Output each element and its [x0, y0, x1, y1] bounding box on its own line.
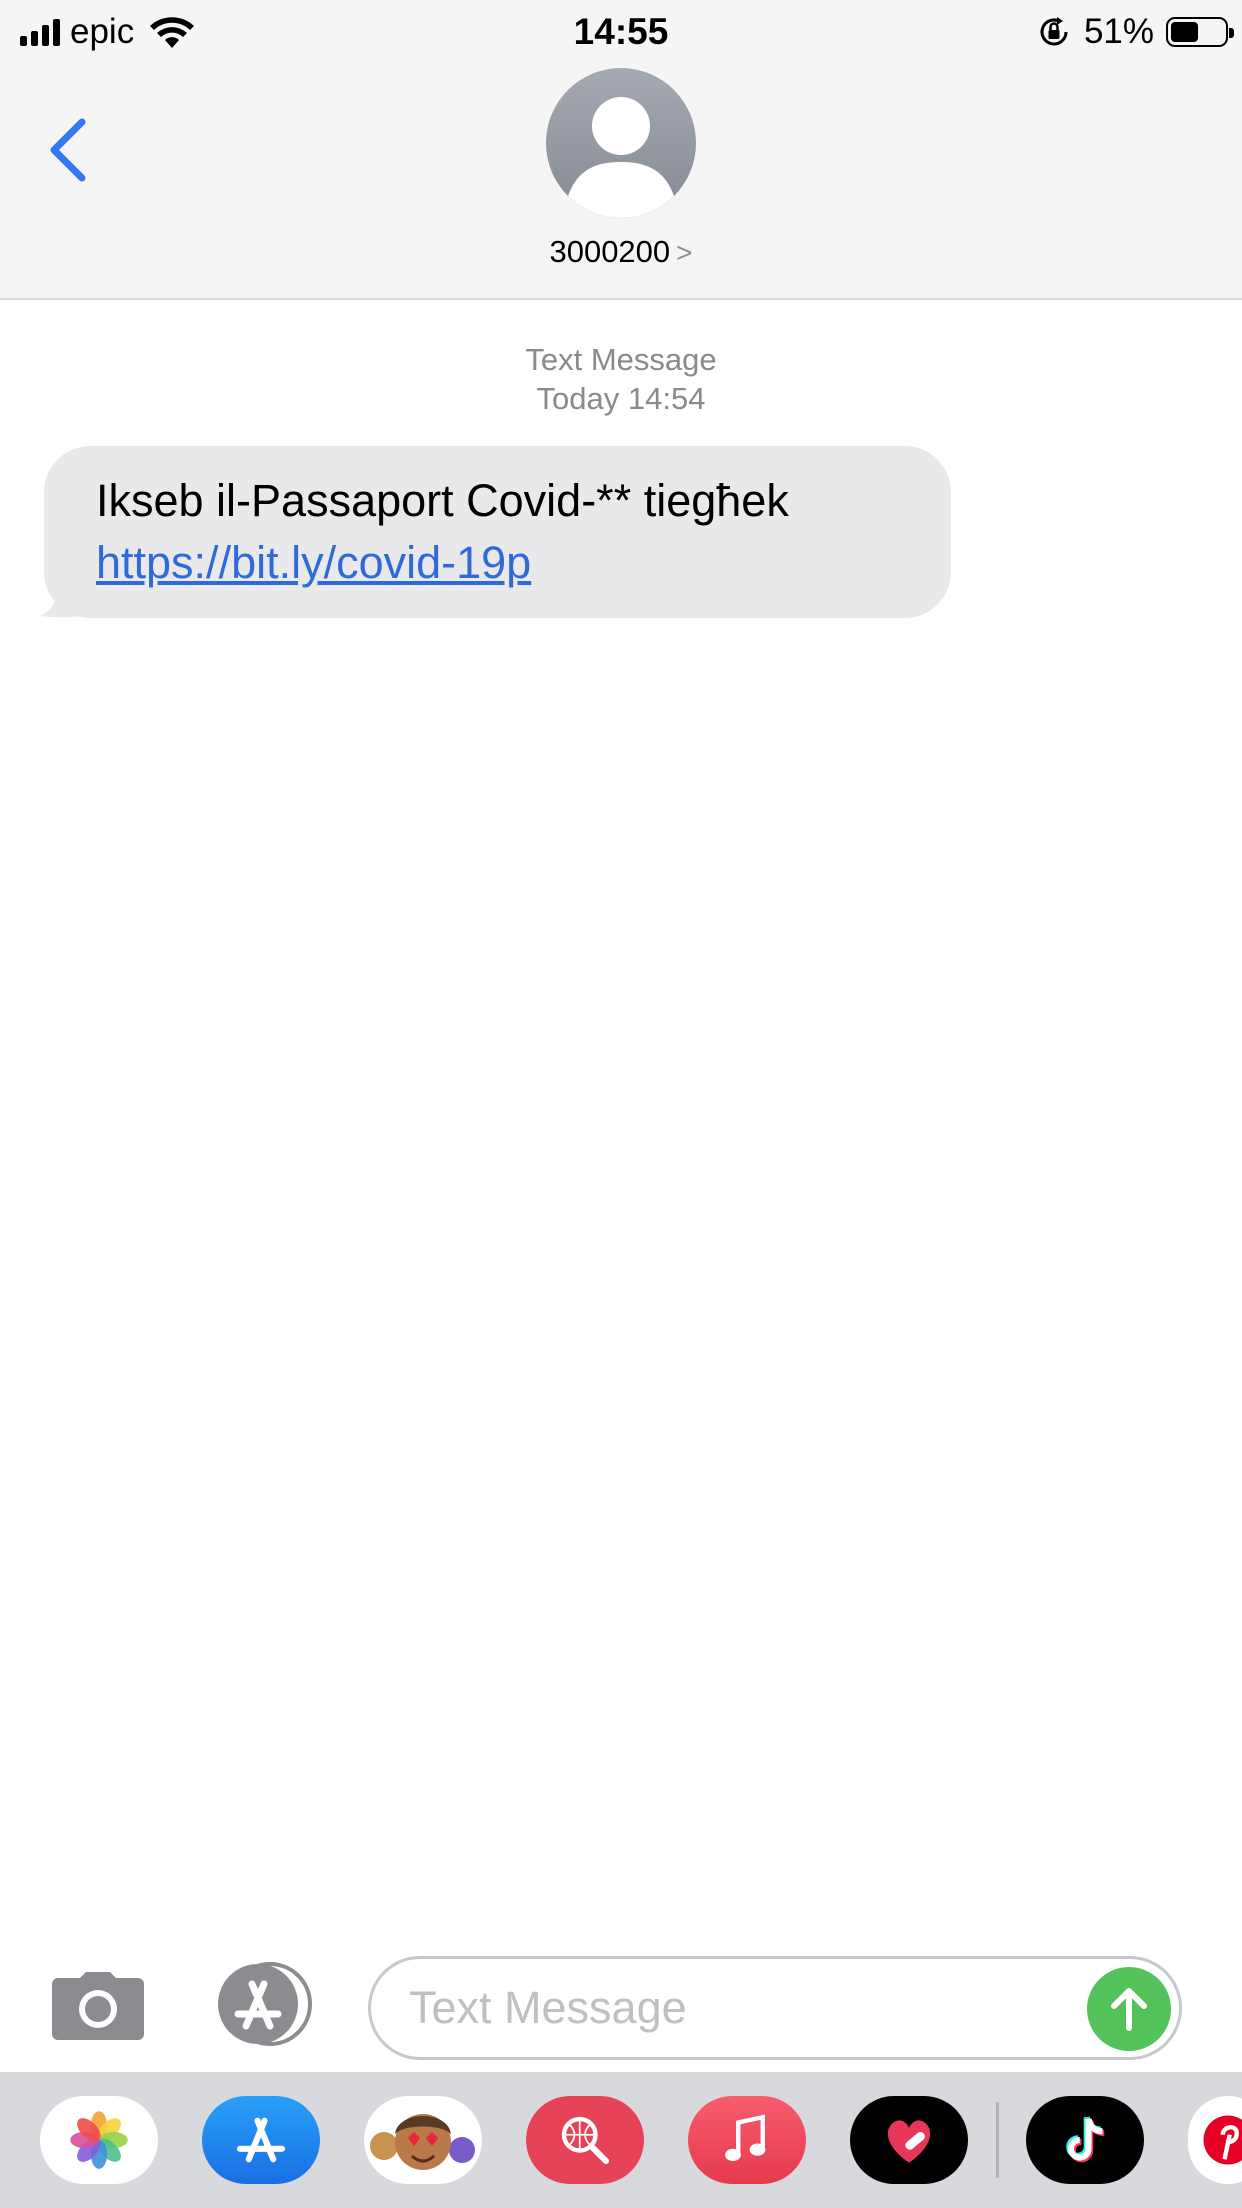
drawer-divider	[996, 2102, 999, 2178]
app-store-drawer-icon[interactable]	[202, 2096, 320, 2184]
camera-icon[interactable]	[50, 1970, 146, 2042]
heart-app-icon[interactable]	[850, 2096, 968, 2184]
send-button[interactable]	[1087, 1967, 1171, 2051]
app-store-icon[interactable]	[208, 1962, 318, 2046]
battery-percent: 51%	[1083, 12, 1154, 51]
arrow-up-icon	[1111, 1988, 1147, 2031]
pinterest-icon[interactable]	[1188, 2096, 1242, 2184]
memoji-icon[interactable]	[364, 2096, 482, 2184]
tiktok-icon[interactable]	[1026, 2096, 1144, 2184]
contact-avatar[interactable]	[546, 68, 696, 218]
message-input-field[interactable]	[368, 1956, 1182, 2060]
conversation-header: 3000200 >	[0, 62, 1242, 300]
app-drawer	[0, 2072, 1242, 2208]
battery-fill	[1171, 22, 1198, 42]
photos-icon[interactable]	[40, 2096, 158, 2184]
status-right: 51%	[1036, 12, 1234, 52]
music-icon[interactable]	[688, 2096, 806, 2184]
timestamp-text: Today 14:54	[536, 381, 706, 416]
message-link[interactable]: https://bit.ly/covid-19p	[96, 532, 915, 594]
messages-screen: epic 14:55 51% 3000200 > Text Message To…	[0, 0, 1242, 2208]
contact-name-row[interactable]: 3000200 >	[0, 232, 1242, 273]
message-bubble: Ikseb il-Passaport Covid-** tiegħek http…	[44, 446, 951, 618]
battery-icon	[1166, 17, 1234, 47]
message-input[interactable]	[409, 1959, 1049, 2057]
status-bar: epic 14:55 51%	[0, 0, 1242, 62]
web-search-icon[interactable]	[526, 2096, 644, 2184]
message-text: Ikseb il-Passaport Covid-** tiegħek	[96, 475, 789, 526]
incoming-message[interactable]: Ikseb il-Passaport Covid-** tiegħek http…	[40, 446, 951, 618]
chevron-left-icon[interactable]	[40, 110, 96, 190]
orientation-lock-icon	[1040, 17, 1068, 46]
message-timestamp: Text Message Today 14:54	[0, 340, 1242, 418]
contact-name: 3000200	[549, 234, 671, 269]
compose-bar	[0, 1940, 1242, 2072]
service-label: Text Message	[525, 342, 717, 377]
chevron-right-icon: >	[676, 237, 693, 268]
person-silhouette-icon	[568, 97, 674, 218]
